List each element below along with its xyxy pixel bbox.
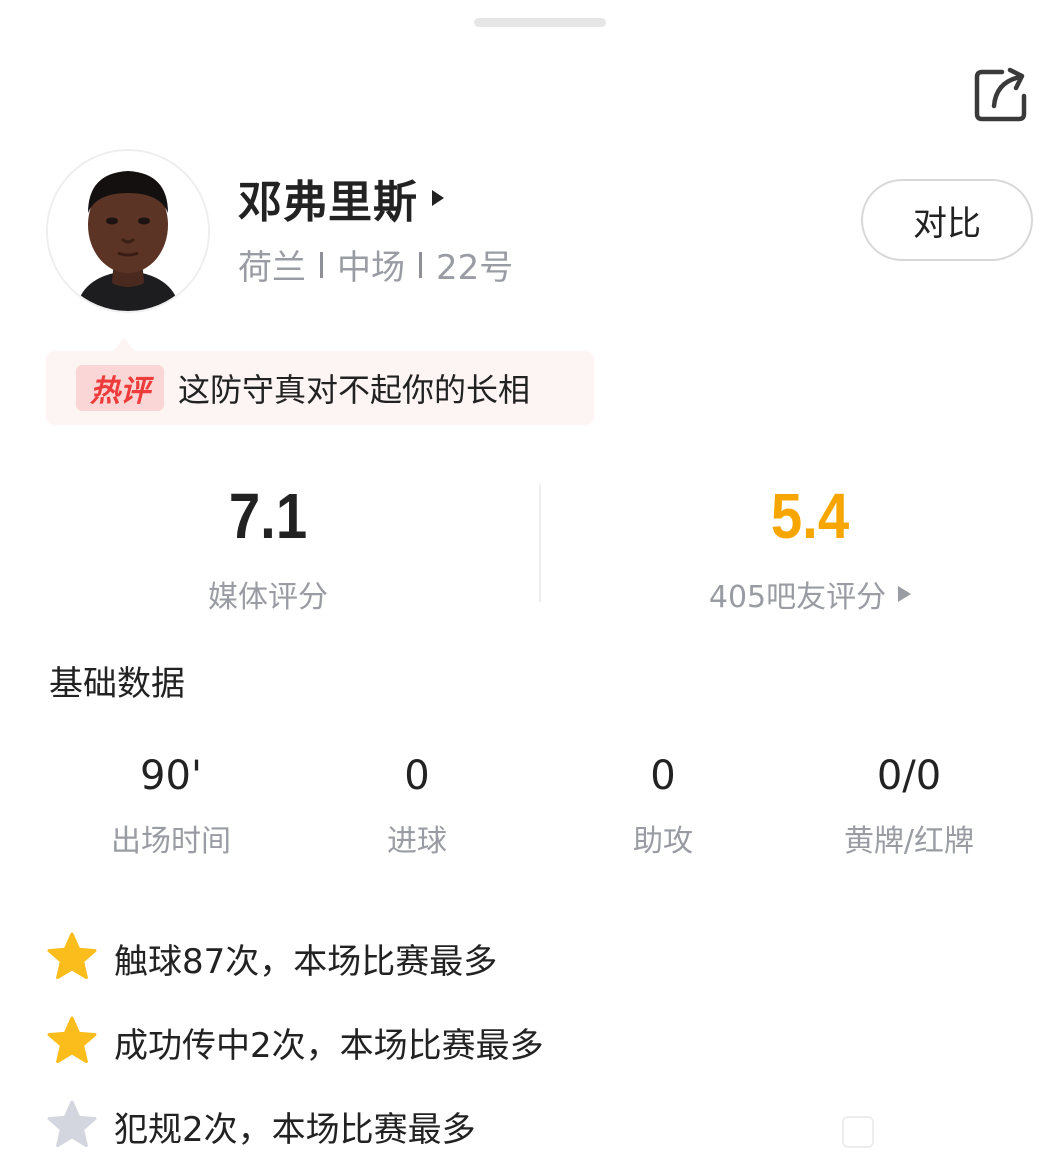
- share-button[interactable]: [972, 64, 1032, 124]
- fan-rating-label-text: 405吧友评分: [708, 580, 887, 615]
- player-name: 邓弗里斯: [238, 177, 418, 228]
- player-meta: 荷兰 中场 22号: [238, 240, 513, 289]
- share-icon: [974, 67, 1027, 122]
- hot-comment-card[interactable]: 热评 这防守真对不起你的长相: [46, 351, 594, 425]
- media-rating-label: 媒体评分: [118, 572, 418, 616]
- media-rating: 7.1 媒体评分: [118, 476, 418, 616]
- stat-label: 黄牌/红牌: [843, 824, 975, 859]
- hot-comment-pointer: [112, 338, 136, 352]
- stat-cards: 0/0 黄牌/红牌: [786, 748, 1032, 860]
- player-number: 22号: [436, 248, 514, 288]
- highlight-item: 成功传中2次，本场比赛最多: [44, 1014, 544, 1070]
- stat-assists: 0 助攻: [540, 748, 786, 860]
- media-rating-label-text: 媒体评分: [208, 580, 328, 615]
- sheet-drag-handle[interactable]: [474, 18, 606, 27]
- stat-label: 出场时间: [111, 824, 231, 859]
- hot-comment-text: 这防守真对不起你的长相: [178, 371, 531, 409]
- player-headshot: [48, 151, 208, 311]
- fan-rating-value: 5.4: [770, 480, 850, 552]
- highlight-item: 触球87次，本场比赛最多: [44, 930, 497, 986]
- highlight-text: 犯规2次，本场比赛最多: [114, 1109, 476, 1150]
- meta-divider: [320, 251, 323, 278]
- stat-label: 进球: [387, 824, 447, 859]
- compare-button[interactable]: 对比: [861, 179, 1033, 261]
- caret-right-icon: [898, 586, 912, 602]
- silver-star-icon: [47, 1100, 97, 1148]
- highlight-text: 成功传中2次，本场比赛最多: [114, 1025, 544, 1066]
- meta-divider: [419, 251, 422, 278]
- stat-value: 0: [650, 753, 676, 799]
- hot-comment-tag: 热评: [76, 365, 164, 411]
- basic-stats-title: 基础数据: [49, 664, 185, 704]
- gold-star-icon: [47, 932, 97, 980]
- player-nationality: 荷兰: [238, 248, 306, 288]
- highlight-item: 犯规2次，本场比赛最多: [44, 1098, 476, 1154]
- stat-value: 90': [140, 753, 202, 799]
- stat-minutes-played: 90' 出场时间: [48, 748, 294, 860]
- rating-divider: [539, 484, 541, 602]
- watermark-icon: [842, 1116, 874, 1148]
- player-avatar[interactable]: [46, 149, 210, 313]
- player-name-link[interactable]: 邓弗里斯: [238, 166, 444, 230]
- stat-value: 0: [404, 753, 430, 799]
- player-position: 中场: [337, 248, 405, 288]
- gold-star-icon: [47, 1016, 97, 1064]
- media-rating-value: 7.1: [228, 480, 308, 552]
- fan-rating[interactable]: 5.4 405吧友评分: [660, 476, 960, 616]
- stat-value: 0/0: [876, 753, 942, 799]
- fan-rating-label[interactable]: 405吧友评分: [660, 572, 960, 616]
- stat-goals: 0 进球: [294, 748, 540, 860]
- stat-label: 助攻: [633, 824, 693, 859]
- caret-right-icon: [432, 190, 444, 206]
- highlight-text: 触球87次，本场比赛最多: [114, 941, 498, 982]
